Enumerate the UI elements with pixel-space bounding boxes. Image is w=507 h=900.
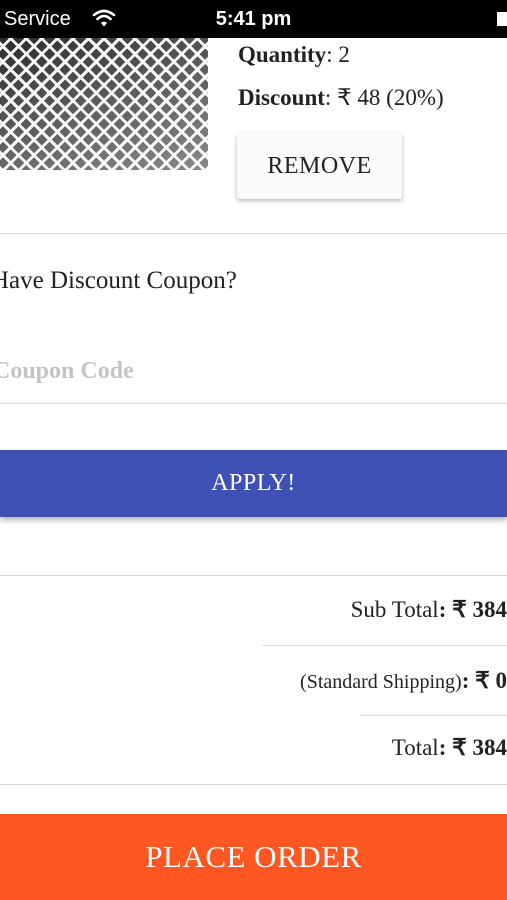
subtotal-value: : ₹ 384	[438, 597, 507, 622]
summary-bottom-divider	[0, 784, 507, 785]
remove-button[interactable]: REMOVE	[237, 133, 402, 199]
subtotal-label: Sub Total	[350, 597, 439, 622]
shipping-row: (Standard Shipping): ₹ 0	[300, 668, 507, 694]
status-time: 5:41 pm	[215, 8, 292, 30]
discount-value: : ₹ 48 (20%)	[324, 85, 444, 110]
quantity-value: : 2	[326, 42, 350, 67]
summary-top-divider	[0, 575, 507, 576]
place-order-button[interactable]: PLACE ORDER	[0, 814, 507, 900]
item-divider	[0, 233, 507, 234]
quantity-label: Quantity	[238, 42, 327, 67]
product-image	[0, 38, 208, 170]
apply-coupon-button[interactable]: APPLY!	[0, 450, 507, 517]
battery-icon	[497, 12, 507, 26]
summary-divider	[360, 715, 507, 716]
coupon-title: Have Discount Coupon?	[0, 267, 237, 294]
total-value: : ₹ 384	[438, 735, 507, 760]
coupon-code-input[interactable]	[0, 350, 507, 392]
summary-divider	[262, 645, 507, 646]
total-label: Total	[391, 735, 439, 760]
subtotal-row: Sub Total: ₹ 384	[351, 597, 507, 623]
status-bar: Service 5:41 pm	[0, 0, 507, 38]
discount-label: Discount	[238, 85, 325, 110]
discount-line: Discount: ₹ 48 (20%)	[238, 85, 444, 111]
quantity-line: Quantity: 2	[238, 42, 350, 68]
shipping-value: : ₹ 0	[461, 668, 507, 693]
total-row: Total: ₹ 384	[392, 735, 507, 761]
shipping-label: (Standard Shipping)	[300, 671, 462, 693]
coupon-input-underline	[0, 403, 507, 404]
